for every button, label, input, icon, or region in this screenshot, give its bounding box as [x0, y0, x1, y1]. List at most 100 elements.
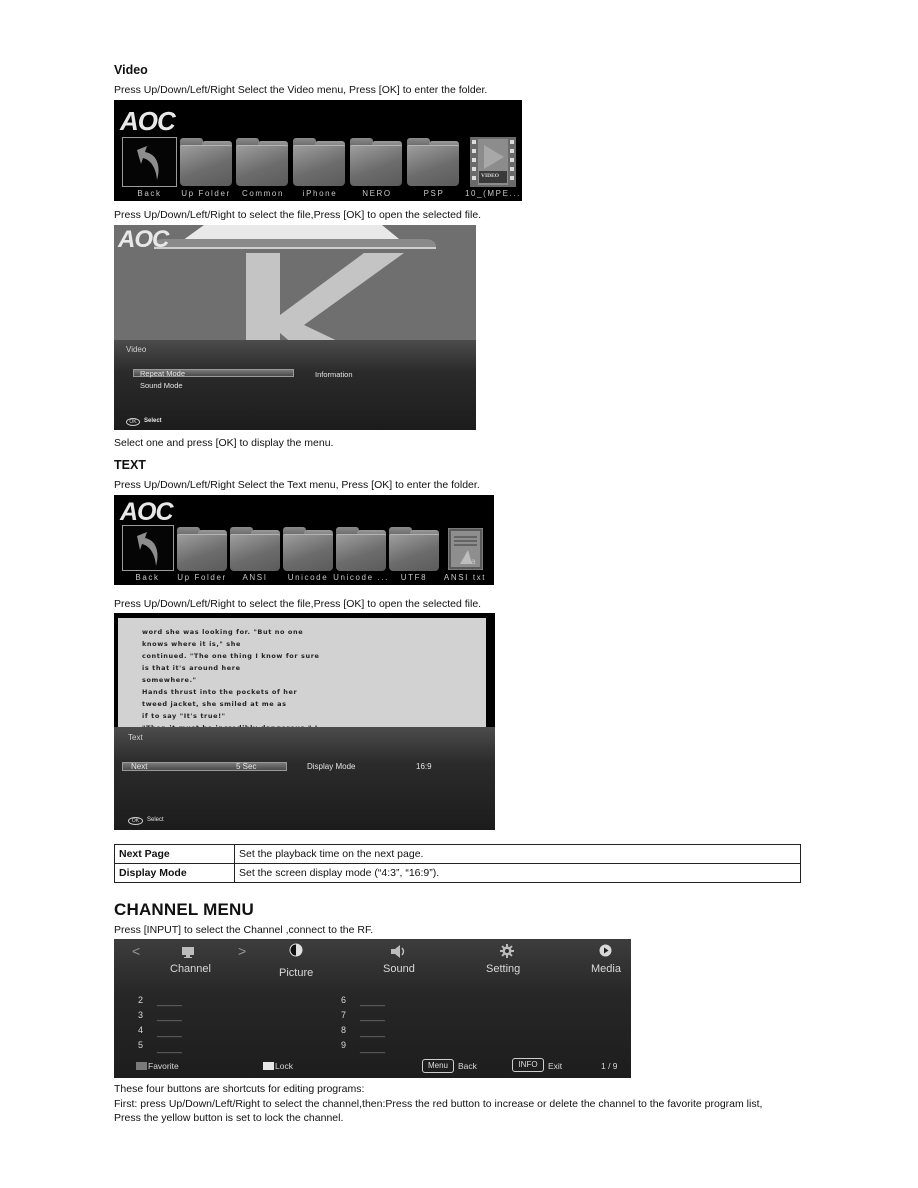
channel-name[interactable]: _____: [157, 1043, 182, 1053]
text-page: word she was looking for. "But no one kn…: [118, 618, 486, 732]
tile-label: Unicode: [287, 573, 329, 582]
channel-number[interactable]: 4: [138, 1025, 143, 1035]
osd-title: Text: [128, 733, 143, 742]
tile-label: ANSI: [242, 573, 268, 582]
folder-tile[interactable]: [293, 138, 345, 186]
back-arrow-icon: [137, 146, 159, 180]
channel-number[interactable]: 5: [138, 1040, 143, 1050]
tile-label: iPhone: [302, 189, 338, 198]
folder-tile[interactable]: [389, 527, 439, 571]
table-key: Display Mode: [114, 863, 235, 883]
next-value: 5 Sec: [236, 762, 257, 771]
ok-button-icon: OK: [126, 418, 140, 426]
footer-select-label: Select: [144, 418, 162, 424]
video-badge: VIDEO: [481, 173, 500, 179]
channel-number[interactable]: 9: [341, 1040, 346, 1050]
channel-number[interactable]: 2: [138, 995, 143, 1005]
channel-note-2: First: press Up/Down/Left/Right to selec…: [114, 1098, 763, 1110]
text-file-tile[interactable]: a: [447, 527, 484, 571]
channel-menu-screen: < > Channel Picture Sound Setting Media …: [114, 939, 631, 1078]
folder-tile[interactable]: [407, 138, 459, 186]
tile-label: 10_(MPE...: [464, 189, 521, 198]
footer-select-label: Select: [147, 817, 164, 823]
channel-number[interactable]: 8: [341, 1025, 346, 1035]
folder-tile[interactable]: [336, 527, 386, 571]
video-open-instruction: Press Up/Down/Left/Right to select the f…: [114, 209, 482, 221]
exit-label: Exit: [548, 1061, 563, 1071]
table-desc: Set the screen display mode (“4:3”, “16:…: [234, 863, 801, 883]
page-indicator: 1 / 9: [601, 1061, 618, 1071]
back-tile[interactable]: [122, 525, 174, 571]
favorite-color-key: [136, 1062, 147, 1070]
channel-name[interactable]: _____: [360, 996, 385, 1006]
text-line: if to say "It's true!": [142, 712, 226, 720]
tile-label: NERO: [362, 189, 392, 198]
tab-setting[interactable]: Setting: [486, 963, 520, 975]
folder-tile[interactable]: [230, 527, 280, 571]
gear-icon: [500, 944, 514, 958]
tv-icon: [182, 947, 194, 958]
video-osd-menu: Video Repeat Mode Sound Mode Information…: [114, 340, 476, 430]
text-file-browser: AOC a Back Up Folder ANSI Unicode Unicod…: [114, 495, 494, 585]
tab-media[interactable]: Media: [591, 963, 621, 975]
channel-number[interactable]: 6: [341, 995, 346, 1005]
tile-label: Unicode ...: [333, 573, 389, 582]
table-row: Next Page Set the playback time on the n…: [114, 844, 801, 864]
tile-label: Up Folder: [177, 573, 227, 582]
channel-name[interactable]: _____: [157, 1011, 182, 1021]
menu-item-sound-mode[interactable]: Sound Mode: [140, 381, 183, 390]
channel-heading: CHANNEL MENU: [114, 900, 254, 919]
folder-tile[interactable]: [180, 138, 232, 186]
channel-number[interactable]: 7: [341, 1010, 346, 1020]
speaker-icon: [391, 945, 405, 958]
folder-tile[interactable]: [236, 138, 288, 186]
text-file-icon: a: [447, 527, 484, 571]
text-line: is that it's around here: [142, 664, 241, 672]
channel-note-1: These four buttons are shortcuts for edi…: [114, 1083, 365, 1095]
tile-label: ANSI txt: [443, 573, 487, 582]
tab-sound[interactable]: Sound: [383, 963, 415, 975]
lock-color-key: [263, 1062, 274, 1070]
video-heading: Video: [114, 63, 148, 77]
osd-title: Video: [126, 345, 147, 354]
text-open-instruction: Press Up/Down/Left/Right to select the f…: [114, 598, 482, 610]
folder-tile[interactable]: [283, 527, 333, 571]
text-line: word she was looking for. "But no one: [142, 628, 304, 636]
menu-key-icon[interactable]: Menu: [422, 1059, 454, 1073]
folder-tile[interactable]: [350, 138, 402, 186]
folder-tile[interactable]: [177, 527, 227, 571]
video-after-note: Select one and press [OK] to display the…: [114, 437, 334, 449]
table-key: Next Page: [114, 844, 235, 864]
channel-name[interactable]: _____: [157, 1027, 182, 1037]
svg-text:a: a: [471, 557, 476, 566]
info-label: Information: [315, 370, 353, 379]
channel-number[interactable]: 3: [138, 1010, 143, 1020]
info-key-icon[interactable]: INFO: [512, 1058, 544, 1072]
channel-note-3: Press the yellow button is set to lock t…: [114, 1112, 344, 1124]
text-heading: TEXT: [114, 458, 146, 472]
lock-label: Lock: [275, 1061, 293, 1071]
channel-name[interactable]: _____: [157, 996, 182, 1006]
tab-channel[interactable]: Channel: [170, 963, 211, 975]
aoc-logo: AOC: [120, 106, 176, 136]
channel-name[interactable]: _____: [360, 1043, 385, 1053]
text-osd-menu: Text Next 5 Sec Display Mode 16:9 OK Sel…: [114, 727, 495, 830]
display-mode-label[interactable]: Display Mode: [307, 762, 355, 771]
channel-intro: Press [INPUT] to select the Channel ,con…: [114, 924, 374, 936]
video-playback-screen: AOC Video Repeat Mode Sound Mode Informa…: [114, 225, 476, 430]
back-tile[interactable]: [122, 137, 177, 187]
tab-picture[interactable]: Picture: [279, 967, 313, 979]
table-desc: Set the playback time on the next page.: [234, 844, 801, 864]
channel-name[interactable]: _____: [360, 1027, 385, 1037]
favorite-label: Favorite: [148, 1061, 179, 1071]
ok-button-icon: OK: [128, 817, 143, 825]
video-file-icon: [470, 137, 516, 187]
menu-item-repeat-mode[interactable]: Repeat Mode: [140, 369, 185, 378]
video-file-tile[interactable]: VIDEO: [470, 137, 516, 187]
text-line: tweed jacket, she smiled at me as: [142, 700, 287, 708]
video-intro: Press Up/Down/Left/Right Select the Vide…: [114, 84, 488, 96]
chevron-left-icon[interactable]: <: [132, 943, 140, 959]
contrast-icon: [289, 943, 303, 957]
channel-name[interactable]: _____: [360, 1011, 385, 1021]
chevron-right-icon[interactable]: >: [238, 943, 246, 959]
